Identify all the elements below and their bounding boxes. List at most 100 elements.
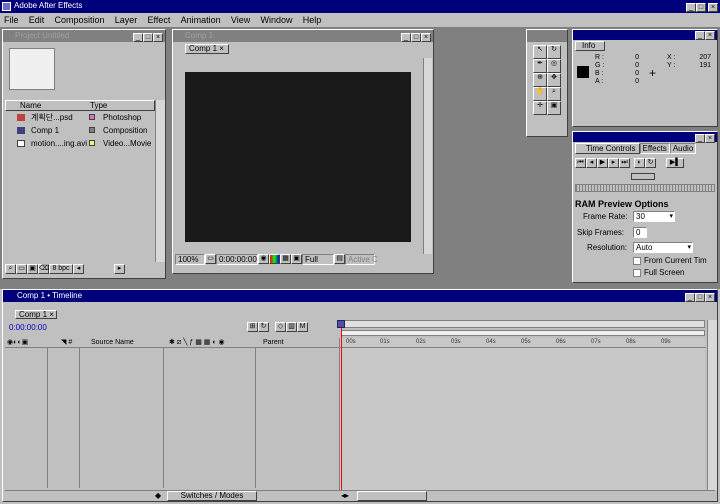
rotate-tool-icon[interactable]: ↻ bbox=[547, 45, 561, 59]
resolution-dropdown[interactable]: Auto ▾ bbox=[633, 242, 693, 253]
list-item[interactable]: motion....ing.avi Video...Movie bbox=[5, 137, 155, 150]
preview-bar[interactable] bbox=[575, 184, 715, 192]
time-graph[interactable]: 00s 01s 02s 03s 04s 05s 06s 07s 08s 09s bbox=[339, 338, 706, 490]
playhead-handle-icon[interactable] bbox=[337, 320, 345, 328]
list-item[interactable]: Comp 1 Composition bbox=[5, 124, 155, 137]
comp-scrollbar[interactable] bbox=[423, 58, 432, 254]
from-current-time-checkbox[interactable]: From Current Tim bbox=[633, 256, 707, 265]
zoom-out-icon[interactable]: ◂▸ bbox=[341, 491, 349, 500]
safe-zones-icon[interactable]: ▭ bbox=[205, 254, 216, 264]
menu-window[interactable]: Window bbox=[260, 14, 292, 26]
info-title-bar[interactable]: _ × bbox=[573, 30, 717, 40]
comp-canvas[interactable] bbox=[185, 72, 411, 242]
minimize-icon[interactable]: _ bbox=[133, 33, 143, 42]
time-navigator[interactable] bbox=[341, 330, 705, 336]
close-icon[interactable]: × bbox=[705, 134, 715, 143]
column-parent[interactable]: Parent bbox=[263, 338, 284, 347]
zoom-slider[interactable] bbox=[357, 491, 427, 501]
loop-icon[interactable]: ↻ bbox=[645, 158, 656, 168]
transparency-icon[interactable]: ▤ bbox=[334, 254, 345, 264]
tab-audio[interactable]: Audio bbox=[669, 143, 697, 154]
menu-layer[interactable]: Layer bbox=[115, 14, 138, 26]
close-icon[interactable]: × bbox=[153, 33, 163, 42]
bpc-button[interactable]: 8 bpc bbox=[49, 264, 73, 274]
selection-tool-icon[interactable]: ↖ bbox=[533, 45, 547, 59]
comp-time[interactable]: 0:00:00:00 bbox=[216, 254, 258, 265]
prev-frame-icon[interactable]: ◂ bbox=[586, 158, 597, 168]
time-controls-title-bar[interactable]: _ × bbox=[573, 132, 717, 143]
tab-effects[interactable]: Effects bbox=[639, 143, 670, 154]
camera-tool-icon[interactable]: ▣ bbox=[547, 101, 561, 115]
list-item[interactable]: 계획단...psd Photoshop bbox=[5, 111, 155, 124]
menu-effect[interactable]: Effect bbox=[148, 14, 171, 26]
timeline-scrollbar[interactable] bbox=[707, 320, 717, 490]
timeline-tab[interactable]: Comp 1 × bbox=[15, 310, 57, 319]
pen-tool-icon[interactable]: ✒ bbox=[533, 59, 547, 73]
folder-icon[interactable]: ▭ bbox=[16, 264, 27, 274]
minimize-icon[interactable]: _ bbox=[695, 31, 705, 40]
graph-editor-icon[interactable]: M bbox=[297, 322, 308, 332]
comp-tab[interactable]: Comp 1 × bbox=[185, 44, 229, 54]
tab-time-controls[interactable]: Time Controls bbox=[575, 143, 640, 154]
info-tab[interactable]: Info bbox=[575, 41, 605, 51]
orbit-tool-icon[interactable]: ◎ bbox=[547, 59, 561, 73]
full-screen-checkbox[interactable]: Full Screen bbox=[633, 268, 684, 277]
timeline-title-bar[interactable]: Comp 1 • Timeline _ □ × bbox=[3, 290, 717, 302]
view-dropdown[interactable]: Active C bbox=[345, 254, 378, 265]
audio-icon[interactable]: ◐ bbox=[634, 158, 645, 168]
zoom-dropdown[interactable]: 100% bbox=[175, 254, 205, 265]
current-time-indicator[interactable] bbox=[341, 322, 342, 490]
frame-blending-icon[interactable]: ▥ bbox=[286, 322, 297, 332]
minimize-icon[interactable]: _ bbox=[685, 293, 695, 302]
trash-icon[interactable]: ⌫ bbox=[38, 264, 49, 274]
frame-rate-dropdown[interactable]: 30 ▾ bbox=[633, 211, 675, 222]
first-frame-icon[interactable]: ⏮ bbox=[575, 158, 586, 168]
project-title-bar[interactable]: Project Untitled _ □ × bbox=[3, 30, 165, 42]
minimize-icon[interactable]: _ bbox=[695, 134, 705, 143]
scroll-left-icon[interactable]: ◂ bbox=[73, 264, 84, 274]
snapshot-icon[interactable]: ◉ bbox=[258, 254, 269, 264]
menu-file[interactable]: File bbox=[4, 14, 19, 26]
mask-tool-icon[interactable]: ⊕ bbox=[533, 73, 547, 87]
draft-3d-icon[interactable]: ◇ bbox=[275, 322, 286, 332]
track-tool-icon[interactable]: ✥ bbox=[547, 73, 561, 87]
last-frame-icon[interactable]: ⏭ bbox=[619, 158, 630, 168]
resolution-dropdown[interactable]: Full bbox=[302, 254, 334, 265]
zoom-tool-icon[interactable]: ⌕ bbox=[547, 87, 561, 101]
expand-collapse-icon[interactable]: ◆ bbox=[155, 491, 161, 500]
menu-view[interactable]: View bbox=[231, 14, 250, 26]
minimize-icon[interactable]: _ bbox=[401, 33, 411, 42]
comp-flowchart-icon[interactable]: ⊞ bbox=[247, 322, 258, 332]
tools-title-bar[interactable] bbox=[527, 30, 567, 42]
close-icon[interactable]: × bbox=[708, 3, 718, 12]
minimize-icon[interactable]: _ bbox=[686, 3, 696, 12]
ram-preview-icon[interactable]: ▶▌ bbox=[666, 158, 684, 168]
menu-help[interactable]: Help bbox=[303, 14, 322, 26]
maximize-icon[interactable]: □ bbox=[695, 293, 705, 302]
switches-modes-toggle[interactable]: Switches / Modes bbox=[167, 491, 257, 501]
close-icon[interactable]: × bbox=[705, 293, 715, 302]
grid-icon[interactable]: ▦ bbox=[280, 254, 291, 264]
menu-composition[interactable]: Composition bbox=[55, 14, 105, 26]
skip-frames-field[interactable]: 0 bbox=[633, 227, 647, 238]
jog-shuttle[interactable] bbox=[631, 173, 655, 180]
scroll-right-icon[interactable]: ▸ bbox=[114, 264, 125, 274]
roi-icon[interactable]: ▣ bbox=[291, 254, 302, 264]
maximize-icon[interactable]: □ bbox=[143, 33, 153, 42]
maximize-icon[interactable]: □ bbox=[696, 3, 706, 12]
comp-title-bar[interactable]: Comp 1 _ □ × bbox=[173, 30, 433, 42]
live-update-icon[interactable]: ↻ bbox=[258, 322, 269, 332]
menu-edit[interactable]: Edit bbox=[29, 14, 45, 26]
column-source-name[interactable]: Source Name bbox=[91, 338, 134, 347]
column-type[interactable]: Type bbox=[90, 101, 107, 110]
color-channels-icon[interactable] bbox=[269, 254, 280, 264]
menu-animation[interactable]: Animation bbox=[181, 14, 221, 26]
next-frame-icon[interactable]: ▸ bbox=[608, 158, 619, 168]
new-comp-icon[interactable]: ▣ bbox=[27, 264, 38, 274]
hand-tool-icon[interactable]: ✋ bbox=[533, 87, 547, 101]
work-area-bar[interactable] bbox=[341, 320, 705, 328]
play-icon[interactable]: ▶ bbox=[597, 158, 608, 168]
close-icon[interactable]: × bbox=[421, 33, 431, 42]
pan-tool-icon[interactable]: ✛ bbox=[533, 101, 547, 115]
column-name[interactable]: Name bbox=[20, 101, 41, 110]
